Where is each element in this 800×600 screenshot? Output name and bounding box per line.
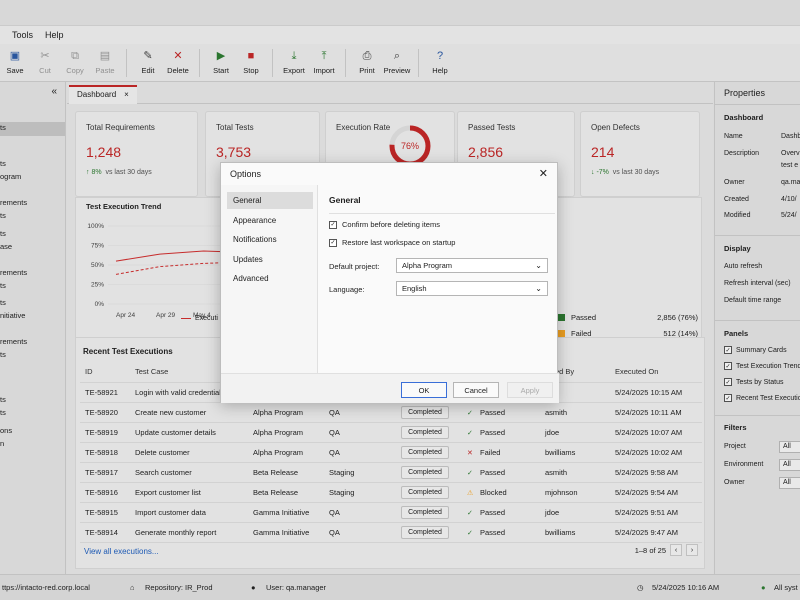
- nav-advanced[interactable]: Advanced: [227, 270, 313, 287]
- language-value: English: [402, 284, 427, 293]
- confirm-delete-option[interactable]: ✓ Confirm before deleting items: [329, 220, 440, 229]
- divider: [329, 213, 555, 214]
- dialog-footer: OK Cancel Apply: [221, 373, 559, 403]
- restore-workspace-option[interactable]: ✓ Restore last workspace on startup: [329, 238, 455, 247]
- default-project-select[interactable]: Alpha Program ⌄: [396, 258, 548, 273]
- dialog-body: General ✓ Confirm before deleting items …: [329, 195, 555, 296]
- close-icon[interactable]: ✕: [539, 167, 548, 180]
- nav-general[interactable]: General: [227, 192, 313, 209]
- language-select[interactable]: English ⌄: [396, 281, 548, 296]
- ok-button[interactable]: OK: [401, 382, 447, 398]
- confirm-delete-label: Confirm before deleting items: [342, 220, 440, 229]
- apply-button[interactable]: Apply: [507, 382, 553, 398]
- section-heading: General: [329, 195, 361, 205]
- dialog-title: Options: [230, 169, 262, 179]
- nav-appearance[interactable]: Appearance: [227, 212, 313, 229]
- default-project-label: Default project:: [329, 262, 380, 271]
- chevron-down-icon: ⌄: [535, 261, 542, 270]
- language-label: Language:: [329, 285, 365, 294]
- chevron-down-icon: ⌄: [535, 284, 542, 293]
- restore-workspace-label: Restore last workspace on startup: [342, 238, 456, 247]
- confirm-delete-checkbox[interactable]: ✓: [329, 220, 337, 229]
- restore-workspace-checkbox[interactable]: ✓: [329, 238, 337, 247]
- cancel-button[interactable]: Cancel: [453, 382, 499, 398]
- nav-notifications[interactable]: Notifications: [227, 231, 313, 248]
- nav-updates[interactable]: Updates: [227, 251, 313, 268]
- options-dialog: Options ✕ General Appearance Notifications…: [220, 162, 559, 403]
- dialog-nav: General Appearance Notifications Updates Adv…: [221, 185, 318, 373]
- default-project-value: Alpha Program: [402, 261, 453, 270]
